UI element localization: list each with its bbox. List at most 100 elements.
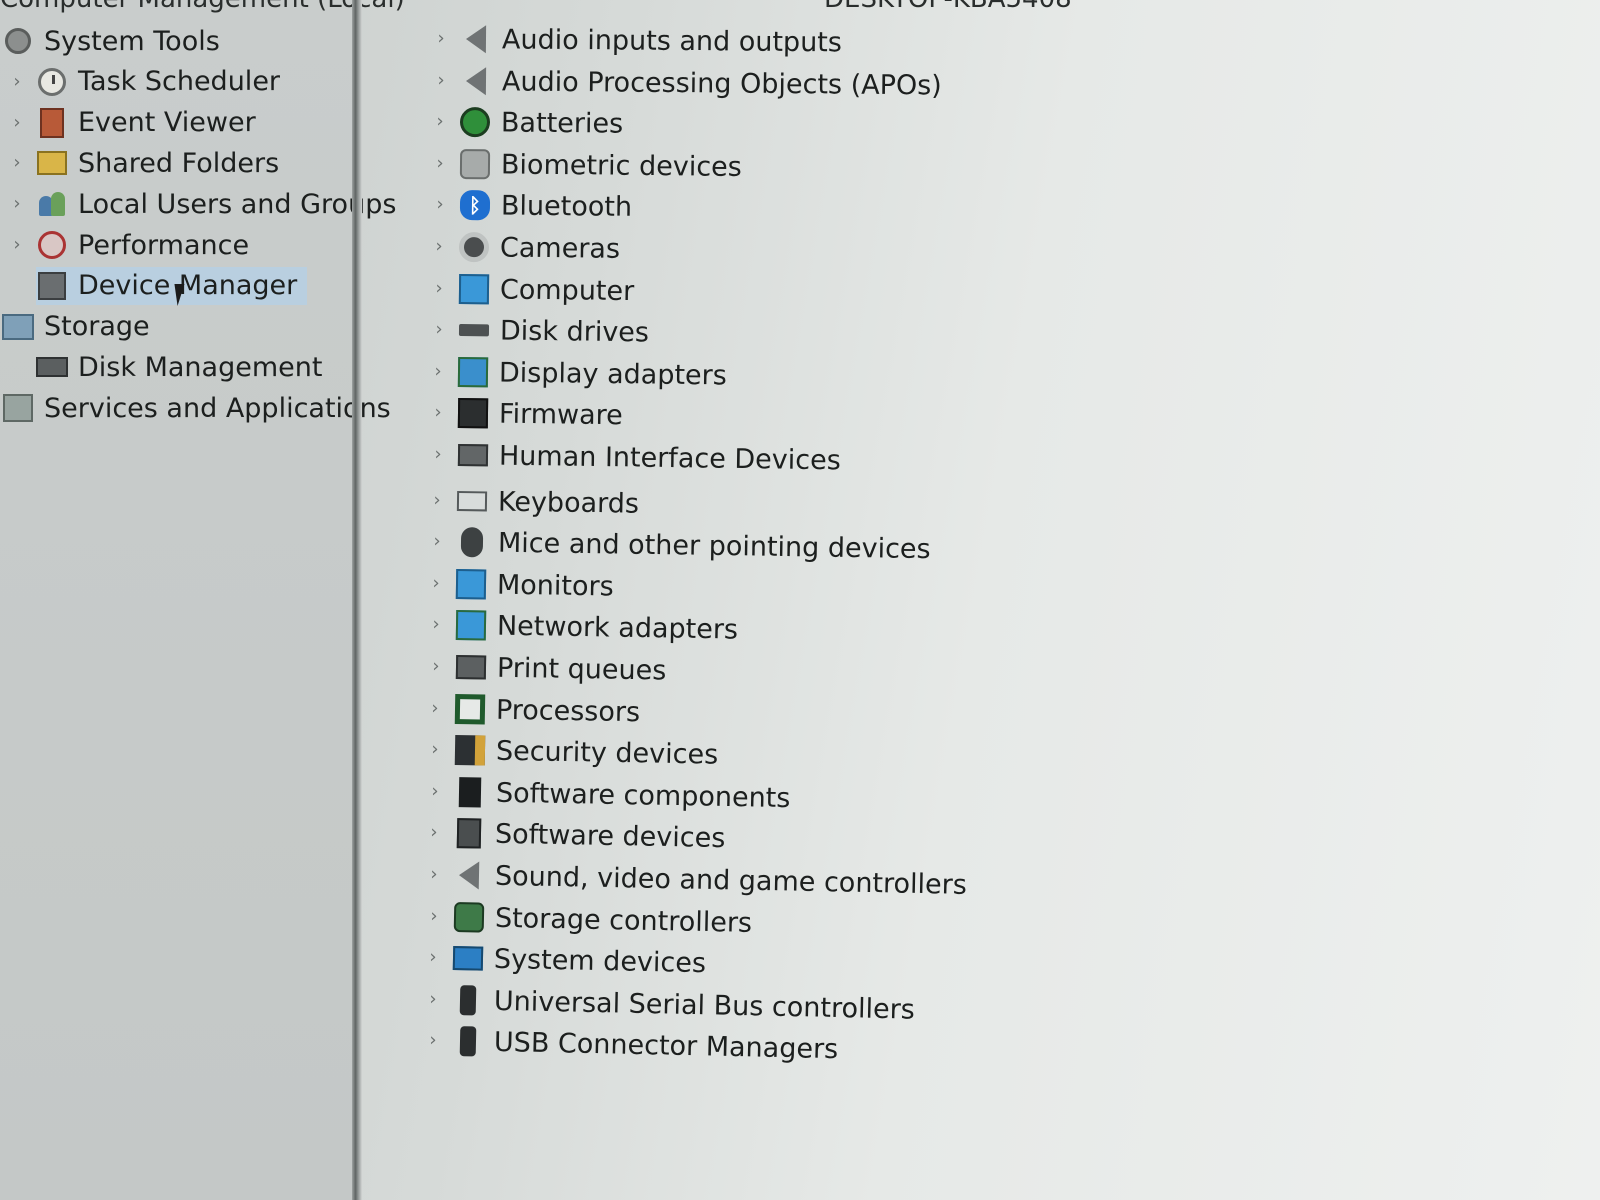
device-category-sound-video-and-game-controllers[interactable]: › Sound, video and game controllers xyxy=(430,856,968,904)
device-category-processors[interactable]: › Processors xyxy=(432,690,641,731)
mouse-icon xyxy=(456,526,488,558)
expand-chevron-icon[interactable]: › xyxy=(426,939,441,977)
expand-chevron-icon[interactable]: › xyxy=(430,436,445,474)
tools-icon xyxy=(2,25,34,57)
expand-chevron-icon[interactable]: › xyxy=(10,226,24,264)
expand-chevron-icon[interactable]: › xyxy=(431,352,445,390)
device-category-audio-processing-objects-apos[interactable]: › Audio Processing Objects (APOs) xyxy=(437,62,942,104)
tree-item-disk-management[interactable]: Disk Management xyxy=(36,348,322,386)
expand-chevron-icon[interactable]: › xyxy=(427,814,442,852)
disk-drive-icon xyxy=(457,314,489,346)
device-category-label: Print queues xyxy=(496,652,667,687)
expand-chevron-icon[interactable]: › xyxy=(10,144,24,182)
device-category-label: USB Connector Managers xyxy=(493,1026,839,1066)
device-category-display-adapters[interactable]: › Display adapters xyxy=(434,353,727,394)
computer-icon xyxy=(458,273,490,305)
device-category-monitors[interactable]: › Monitors xyxy=(433,565,614,605)
device-category-audio-inputs-and-outputs[interactable]: › Audio inputs and outputs xyxy=(437,20,842,61)
expand-chevron-icon[interactable]: › xyxy=(10,104,24,142)
expand-chevron-icon[interactable]: › xyxy=(429,606,444,644)
firmware-icon xyxy=(457,397,489,429)
expand-chevron-icon[interactable]: › xyxy=(434,20,448,58)
device-category-print-queues[interactable]: › Print queues xyxy=(432,648,667,689)
expand-chevron-icon[interactable]: › xyxy=(428,648,443,686)
disk-icon xyxy=(36,351,68,383)
device-category-label: Computer xyxy=(499,273,635,307)
expand-chevron-icon[interactable]: › xyxy=(10,63,24,101)
expand-chevron-icon[interactable]: › xyxy=(430,523,445,561)
tree-item-local-users-and-groups[interactable]: › Local Users and Groups xyxy=(13,185,396,223)
device-manager-icon xyxy=(36,270,68,302)
device-category-software-components[interactable]: › Software components xyxy=(431,773,791,817)
device-category-label: Bluetooth xyxy=(500,190,632,223)
expand-chevron-icon[interactable]: › xyxy=(432,269,446,307)
device-category-label: Human Interface Devices xyxy=(498,440,841,476)
device-category-label: Processors xyxy=(496,693,641,728)
expand-chevron-icon[interactable]: › xyxy=(427,856,442,894)
expand-chevron-icon[interactable]: › xyxy=(431,311,445,349)
device-category-label: Software components xyxy=(495,777,791,814)
device-category-cameras[interactable]: › Cameras xyxy=(436,228,621,268)
tree-item-device-manager[interactable]: Device Manager xyxy=(36,266,308,305)
expand-chevron-icon[interactable]: › xyxy=(428,689,443,727)
expand-chevron-icon[interactable]: › xyxy=(430,481,445,519)
device-category-human-interface-devices[interactable]: › Human Interface Devices xyxy=(434,436,841,479)
tree-item-label: Device Manager xyxy=(78,270,298,302)
tree-item-shared-folders[interactable]: › Shared Folders xyxy=(13,144,280,182)
device-category-computer[interactable]: › Computer xyxy=(435,270,635,310)
device-category-system-devices[interactable]: › System devices xyxy=(429,939,707,982)
processor-icon xyxy=(454,693,487,726)
tree-item-storage[interactable]: Storage xyxy=(2,308,150,346)
device-category-security-devices[interactable]: › Security devices xyxy=(431,731,719,774)
tree-item-label: Event Viewer xyxy=(78,107,256,139)
expand-chevron-icon[interactable]: › xyxy=(428,731,443,769)
software-device-icon xyxy=(453,817,486,850)
speaker-icon xyxy=(453,859,486,892)
expand-chevron-icon[interactable]: › xyxy=(425,1022,440,1060)
device-category-mice-and-other-pointing-devices[interactable]: › Mice and other pointing devices xyxy=(433,523,931,568)
speaker-icon xyxy=(459,65,491,97)
tree-item-services-and-applications[interactable]: Services and Applications xyxy=(2,389,391,427)
expand-chevron-icon[interactable]: › xyxy=(426,980,441,1018)
tree-item-label: Shared Folders xyxy=(78,147,280,179)
navigation-pane: Computer Management (Local) System Tools… xyxy=(0,0,405,1200)
speaker-icon xyxy=(460,23,492,55)
device-category-label: System devices xyxy=(493,943,707,979)
expand-chevron-icon[interactable]: › xyxy=(429,564,444,602)
tree-item-performance[interactable]: › Performance xyxy=(13,226,249,264)
shared-folder-icon xyxy=(36,147,68,179)
software-component-icon xyxy=(453,776,486,809)
device-category-usb-connector-managers[interactable]: › USB Connector Managers xyxy=(429,1022,839,1068)
expand-chevron-icon[interactable]: › xyxy=(432,186,446,224)
expand-chevron-icon[interactable]: › xyxy=(431,394,446,432)
tree-item-system-tools[interactable]: System Tools xyxy=(2,22,220,60)
display-adapter-icon xyxy=(457,356,489,388)
pane-splitter[interactable] xyxy=(352,0,362,1200)
device-category-universal-serial-bus-controllers[interactable]: › Universal Serial Bus controllers xyxy=(429,981,916,1029)
expand-chevron-icon[interactable]: › xyxy=(426,897,441,935)
device-category-bluetooth[interactable]: › ᛒ Bluetooth xyxy=(436,186,632,226)
expand-chevron-icon[interactable]: › xyxy=(432,228,446,266)
printer-icon xyxy=(454,651,487,684)
device-category-label: Sound, video and game controllers xyxy=(494,860,968,901)
expand-chevron-icon[interactable]: › xyxy=(427,772,442,810)
usb-icon xyxy=(452,984,485,1017)
expand-chevron-icon[interactable]: › xyxy=(10,185,24,223)
services-icon xyxy=(2,392,34,424)
expand-chevron-icon[interactable]: › xyxy=(433,61,447,99)
device-category-storage-controllers[interactable]: › Storage controllers xyxy=(430,898,752,942)
device-category-firmware[interactable]: › Firmware xyxy=(434,394,623,434)
tree-item-event-viewer[interactable]: › Event Viewer xyxy=(13,104,256,142)
network-adapter-icon xyxy=(455,609,488,642)
tree-item-task-scheduler[interactable]: › Task Scheduler xyxy=(13,63,280,101)
device-category-network-adapters[interactable]: › Network adapters xyxy=(432,606,739,649)
device-category-batteries[interactable]: › Batteries xyxy=(437,103,624,143)
expand-chevron-icon[interactable]: › xyxy=(433,145,447,183)
device-category-biometric-devices[interactable]: › Biometric devices xyxy=(436,145,742,186)
device-category-software-devices[interactable]: › Software devices xyxy=(431,814,726,857)
tree-root-label[interactable]: Computer Management (Local) xyxy=(0,0,405,14)
expand-chevron-icon[interactable]: › xyxy=(433,103,447,141)
device-category-keyboards[interactable]: › Keyboards xyxy=(433,482,640,523)
device-category-disk-drives[interactable]: › Disk drives xyxy=(435,311,649,351)
computer-name-label[interactable]: DESKTOP-KBA5408 xyxy=(824,0,1072,14)
